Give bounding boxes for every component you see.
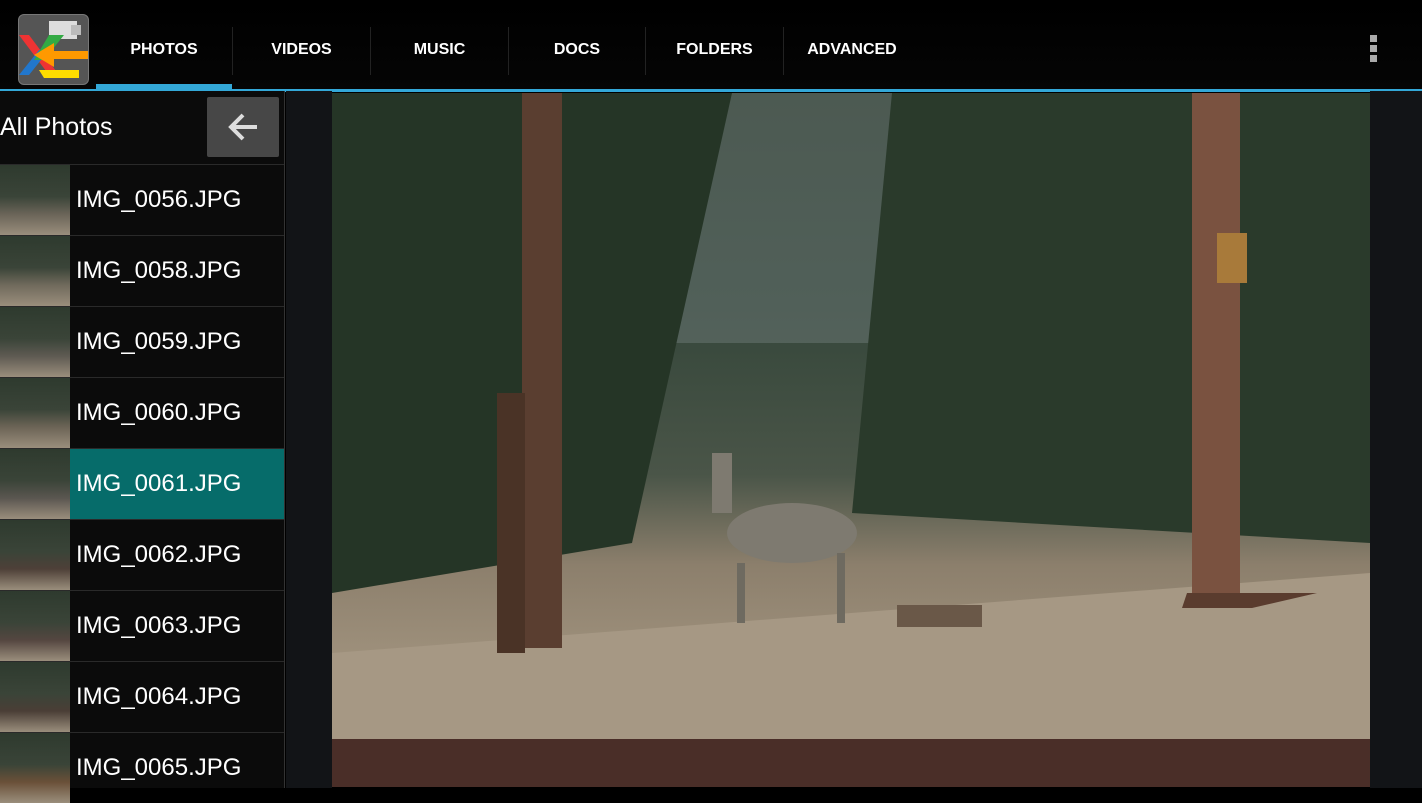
photo-preview[interactable] [332, 93, 1370, 787]
overflow-menu-icon[interactable] [1368, 35, 1380, 67]
panel-gutter [286, 91, 332, 788]
file-name: IMG_0064.JPG [76, 683, 242, 710]
action-bar: PHOTOS VIDEOS MUSIC DOCS FOLDERS ADVANCE… [0, 0, 1422, 92]
file-name: IMG_0058.JPG [76, 257, 242, 284]
photo-thumbnail [0, 733, 70, 803]
list-item[interactable]: IMG_0061.JPG [0, 448, 284, 519]
photo-list: All Photos IMG_0056.JPG IMG_0058.JPG IMG_0… [0, 91, 285, 803]
tab-advanced[interactable]: ADVANCED [784, 21, 920, 79]
photo-thumbnail [0, 520, 70, 590]
photo-thumbnail [0, 236, 70, 306]
back-button[interactable] [207, 97, 279, 157]
panel-gutter-right [1370, 91, 1422, 788]
list-item[interactable]: IMG_0063.JPG [0, 590, 284, 661]
list-item[interactable]: IMG_0056.JPG [0, 164, 284, 235]
photo-thumbnail [0, 307, 70, 377]
photo-thumbnail [0, 662, 70, 732]
tab-folders[interactable]: FOLDERS [646, 21, 783, 79]
photo-thumbnail [0, 165, 70, 235]
list-item[interactable]: IMG_0065.JPG [0, 732, 284, 803]
list-item[interactable]: IMG_0060.JPG [0, 377, 284, 448]
list-item[interactable]: IMG_0062.JPG [0, 519, 284, 590]
file-name: IMG_0065.JPG [76, 754, 242, 781]
arrow-left-icon [228, 113, 257, 141]
photo-thumbnail [0, 449, 70, 519]
list-item[interactable]: IMG_0064.JPG [0, 661, 284, 732]
file-name: IMG_0060.JPG [76, 399, 242, 426]
app-logo-icon[interactable] [18, 14, 89, 85]
tab-docs[interactable]: DOCS [509, 21, 645, 79]
list-item[interactable]: IMG_0059.JPG [0, 306, 284, 377]
list-item[interactable]: IMG_0058.JPG [0, 235, 284, 306]
file-name: IMG_0056.JPG [76, 186, 242, 213]
tab-music[interactable]: MUSIC [371, 21, 508, 79]
file-name: IMG_0061.JPG [70, 449, 284, 519]
photo-thumbnail [0, 378, 70, 448]
tab-videos[interactable]: VIDEOS [233, 21, 370, 79]
list-title: All Photos [0, 113, 113, 141]
file-name: IMG_0063.JPG [76, 612, 242, 639]
photo-thumbnail [0, 591, 70, 661]
file-name: IMG_0059.JPG [76, 328, 242, 355]
tab-photos[interactable]: PHOTOS [96, 21, 232, 91]
file-name: IMG_0062.JPG [76, 541, 242, 568]
